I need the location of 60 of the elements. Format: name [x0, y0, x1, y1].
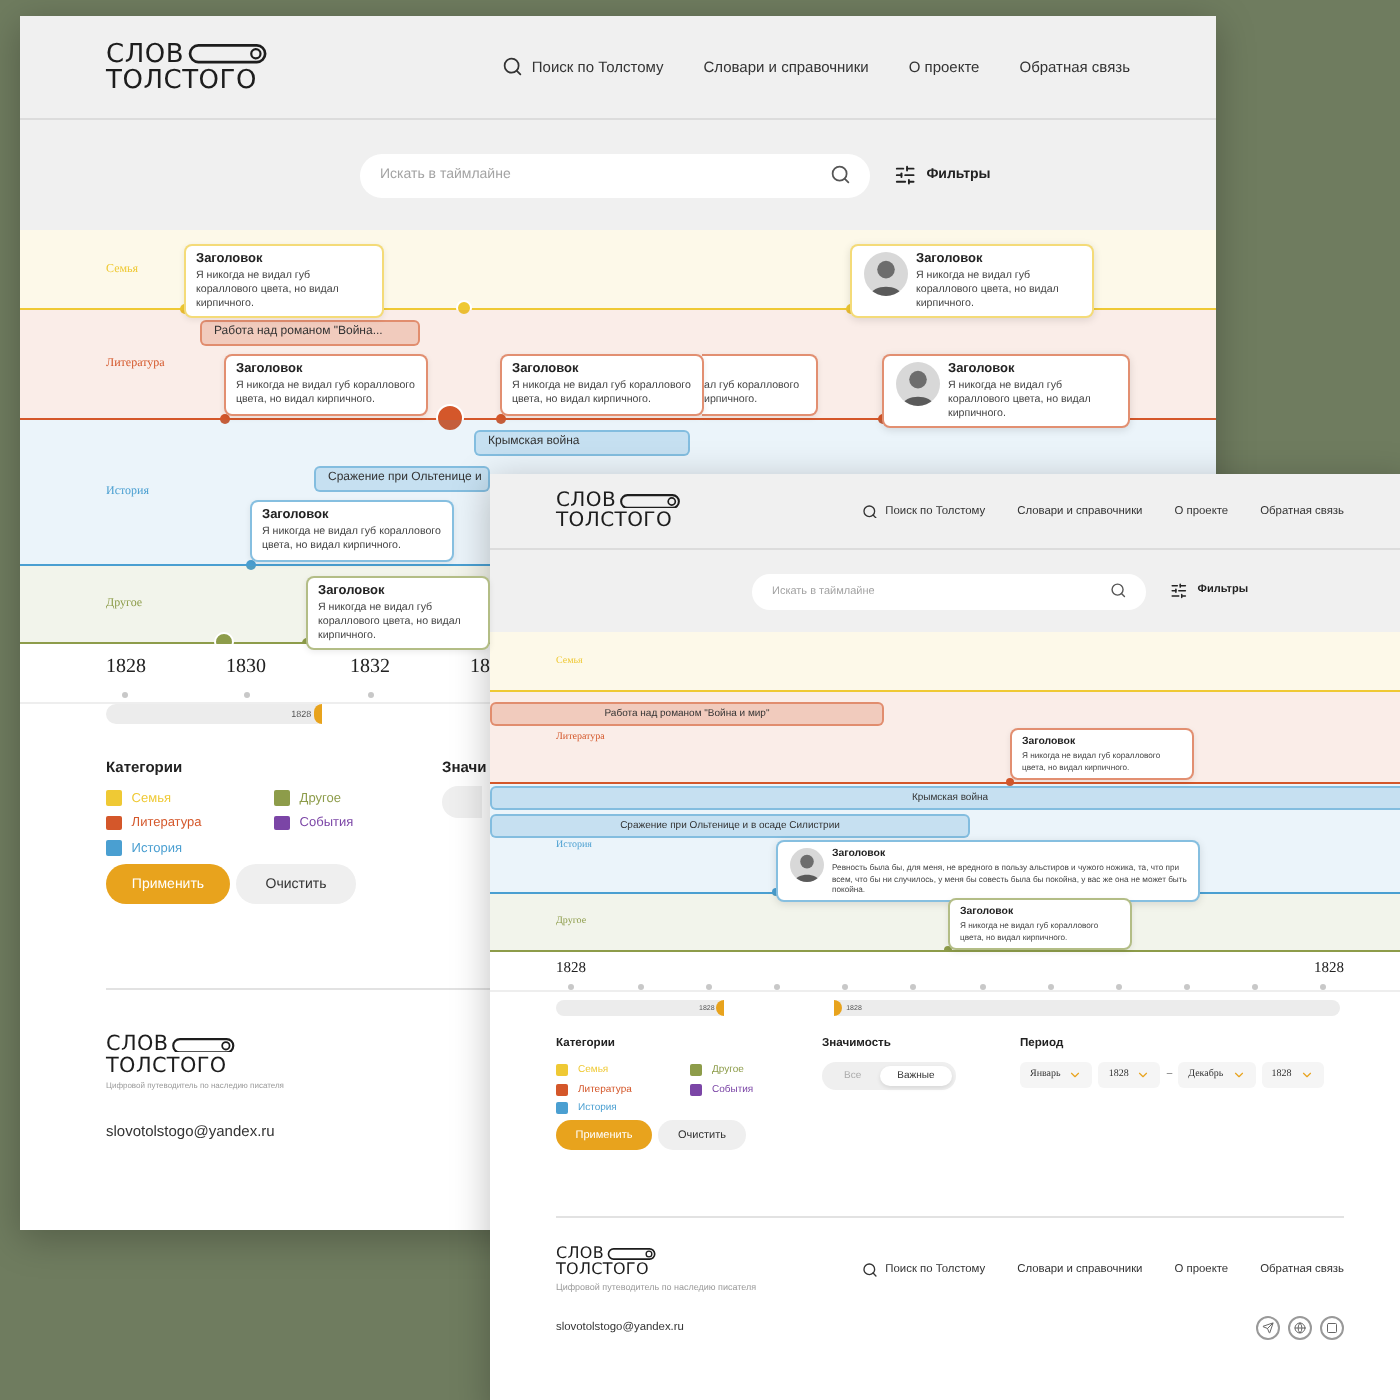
- logo-text: СЛОВ: [106, 41, 185, 67]
- tick-mark: [568, 984, 574, 990]
- chevron-icon: [1299, 1067, 1314, 1082]
- tick-mark: [1320, 984, 1326, 990]
- chevron-icon: [1136, 1067, 1151, 1082]
- tick-mark: [774, 984, 780, 990]
- search-icon: [861, 503, 878, 519]
- event-dot: [179, 303, 189, 313]
- tick-mark: [244, 692, 250, 698]
- event-dot: [245, 559, 255, 569]
- pill-icon: [606, 1248, 658, 1261]
- search-icon: [1109, 582, 1126, 600]
- range-handle[interactable]: [834, 1000, 843, 1016]
- year-label: 1832: [350, 656, 390, 678]
- event-dot: [1006, 778, 1014, 786]
- tick-mark: [1048, 984, 1054, 990]
- tick-mark: [1116, 984, 1122, 990]
- tick-mark: [706, 984, 712, 990]
- range-handle[interactable]: [716, 1000, 725, 1016]
- tick-mark: [980, 984, 986, 990]
- event-dot: [219, 413, 229, 423]
- chevron-icon: [1231, 1067, 1246, 1082]
- logo-text: ТОЛСТОГО: [556, 1262, 651, 1279]
- logo-text: СЛОВ: [556, 491, 617, 511]
- pill-icon: [170, 1037, 237, 1053]
- logo-text: ТОЛСТОГО: [106, 1055, 229, 1077]
- sliders-icon: [894, 163, 917, 187]
- event-dot: [495, 413, 505, 423]
- year-label: 18: [470, 656, 490, 678]
- range-handle[interactable]: [313, 704, 322, 724]
- pill-icon: [186, 44, 270, 64]
- logo-text: ТОЛСТОГО: [106, 67, 259, 93]
- search-icon: [829, 164, 850, 186]
- search-icon: [861, 1261, 878, 1278]
- tick-mark: [638, 984, 644, 990]
- globe-icon[interactable]: [1288, 1316, 1312, 1341]
- year-label: 1830: [226, 656, 266, 678]
- logo-text: СЛОВ: [556, 1246, 605, 1263]
- avatar: [790, 848, 824, 882]
- tick-mark: [1252, 984, 1258, 990]
- tick-mark: [842, 984, 848, 990]
- year-label: 1828: [106, 656, 146, 678]
- send-icon[interactable]: [1256, 1316, 1280, 1341]
- tick-mark: [368, 692, 374, 698]
- logo-text: СЛОВ: [106, 1034, 169, 1056]
- event-dot: [877, 413, 887, 423]
- sliders-icon: [1170, 582, 1188, 600]
- event-dot: [772, 888, 780, 896]
- tick-mark: [1184, 984, 1190, 990]
- tick-mark: [122, 692, 128, 698]
- avatar: [864, 252, 908, 296]
- pill-icon: [618, 493, 683, 509]
- chevron-icon: [1068, 1067, 1083, 1082]
- cluster-marker[interactable]: [436, 404, 464, 432]
- event-dot: [845, 303, 855, 313]
- logo-text: ТОЛСТОГО: [556, 511, 675, 531]
- cluster-marker[interactable]: [456, 300, 472, 316]
- search-icon: [502, 56, 524, 78]
- avatar: [896, 362, 940, 406]
- tick-mark: [910, 984, 916, 990]
